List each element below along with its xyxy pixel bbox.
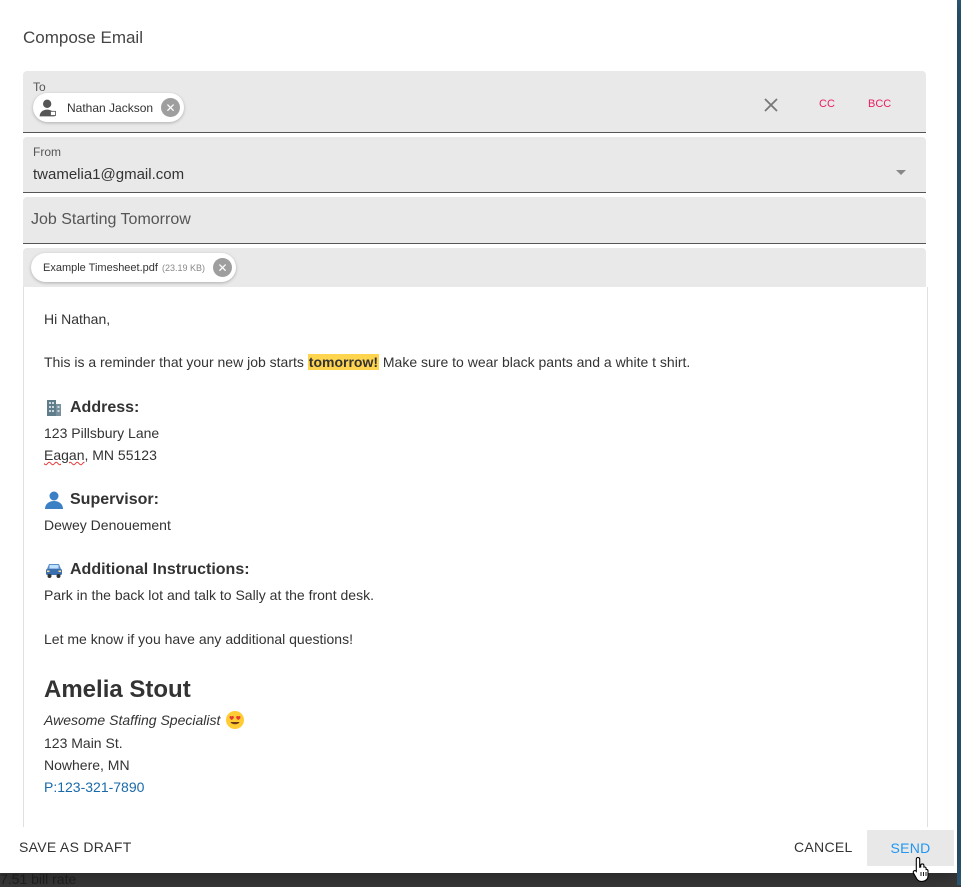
instructions-text: Park in the back lot and talk to Sally a… xyxy=(44,587,374,603)
from-label: From xyxy=(33,145,61,159)
remove-recipient-icon[interactable]: ✕ xyxy=(161,98,181,117)
car-icon xyxy=(44,560,64,580)
address-line2: Eagan, MN 55123 xyxy=(44,447,157,463)
signature-phone-link[interactable]: P:123-321-7890 xyxy=(44,779,144,795)
hand-pointer-cursor-icon xyxy=(912,856,929,882)
cancel-button[interactable]: CANCEL xyxy=(794,839,853,855)
recipient-chip[interactable]: Nathan Jackson ✕ xyxy=(33,93,185,122)
heart-eyes-emoji-icon xyxy=(225,710,245,730)
reminder-text: This is a reminder that your new job sta… xyxy=(44,354,308,370)
person-icon xyxy=(37,97,59,119)
supervisor-heading: Supervisor: xyxy=(44,490,159,510)
reminder-paragraph: This is a reminder that your new job sta… xyxy=(44,354,690,370)
attachments-bar: Example Timesheet.pdf (23.19 KB) ✕ xyxy=(23,248,926,288)
from-value: twamelia1@gmail.com xyxy=(33,166,185,183)
building-icon xyxy=(44,398,64,418)
subject-value: Job Starting Tomorrow xyxy=(31,211,191,228)
from-select[interactable]: From twamelia1@gmail.com xyxy=(23,137,926,193)
instructions-heading-text: Additional Instructions: xyxy=(70,561,250,578)
signature-title: Awesome Staffing Specialist xyxy=(44,710,245,730)
address-heading: Address: xyxy=(44,398,139,418)
signature-city: Nowhere, MN xyxy=(44,757,130,773)
supervisor-name: Dewey Denouement xyxy=(44,517,171,533)
highlight-text: tomorrow! xyxy=(307,354,379,370)
cc-button[interactable]: CC xyxy=(819,98,835,110)
to-label: To xyxy=(33,80,46,94)
address-line1: 123 Pillsbury Lane xyxy=(44,425,160,441)
signature-name: Amelia Stout xyxy=(44,676,191,703)
dialog-title: Compose Email xyxy=(23,28,143,47)
save-draft-button[interactable]: SAVE AS DRAFT xyxy=(19,839,132,855)
closing-text: Let me know if you have any additional q… xyxy=(44,631,353,647)
to-field[interactable]: To Nathan Jackson ✕ CC BCC xyxy=(23,71,926,133)
instructions-heading: Additional Instructions: xyxy=(44,560,250,580)
supervisor-heading-text: Supervisor: xyxy=(70,491,159,508)
subject-input[interactable]: Job Starting Tomorrow xyxy=(23,197,926,244)
reminder-text-end: Make sure to wear black pants and a whit… xyxy=(379,354,691,370)
address-city: Eagan xyxy=(44,447,85,463)
person-silhouette-icon xyxy=(44,490,64,510)
greeting: Hi Nathan, xyxy=(44,311,111,327)
clear-recipients-icon[interactable] xyxy=(761,95,781,115)
background-page-edge xyxy=(957,0,961,885)
signature-title-text: Awesome Staffing Specialist xyxy=(44,712,221,728)
remove-attachment-icon[interactable]: ✕ xyxy=(212,258,232,277)
signature-street: 123 Main St. xyxy=(44,735,123,751)
attachment-chip[interactable]: Example Timesheet.pdf (23.19 KB) ✕ xyxy=(31,253,236,282)
attachment-size: (23.19 KB) xyxy=(161,262,205,273)
email-body-editor[interactable]: Hi Nathan, This is a reminder that your … xyxy=(23,287,928,827)
attachment-name: Example Timesheet.pdf xyxy=(43,261,158,274)
address-state-zip: , MN 55123 xyxy=(84,447,157,463)
address-heading-text: Address: xyxy=(70,399,140,416)
send-button[interactable]: SEND xyxy=(867,830,954,866)
recipient-name: Nathan Jackson xyxy=(67,100,154,115)
chevron-down-icon[interactable] xyxy=(896,170,906,175)
bcc-button[interactable]: BCC xyxy=(868,98,891,110)
compose-email-dialog: Compose Email To Nathan Jackson ✕ CC BCC… xyxy=(0,0,957,873)
